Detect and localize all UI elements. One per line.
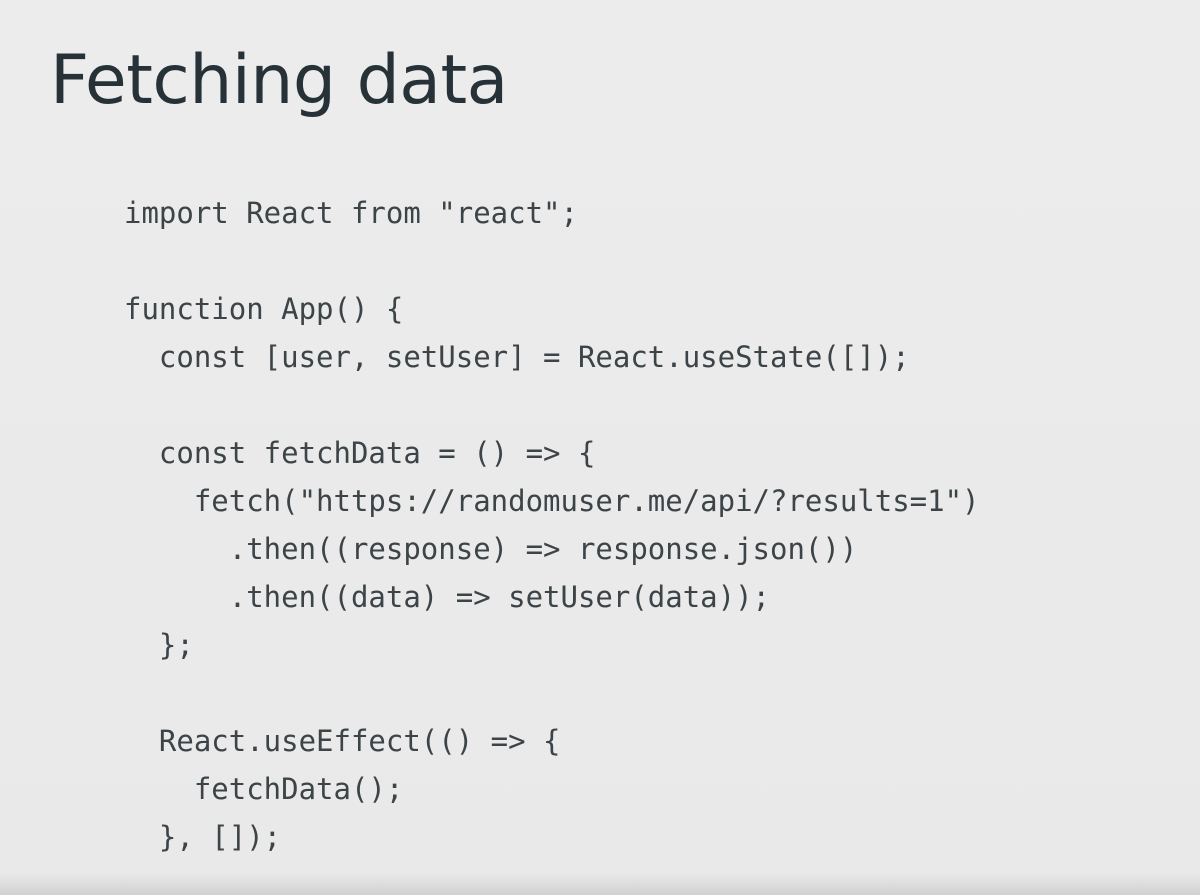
code-line: };: [124, 628, 194, 662]
code-line: const [user, setUser] = React.useState([…: [124, 340, 910, 374]
code-line: function App() {: [124, 292, 404, 326]
code-block: import React from "react"; function App(…: [124, 189, 980, 861]
code-line: fetch("https://randomuser.me/api/?result…: [124, 484, 980, 518]
slide: Fetching data import React from "react";…: [0, 0, 1200, 895]
code-line: React.useEffect(() => {: [124, 724, 561, 758]
code-line: .then((response) => response.json()): [124, 532, 858, 566]
code-line: }, []);: [124, 820, 282, 854]
code-line: import React from "react";: [124, 196, 578, 230]
code-line: const fetchData = () => {: [124, 436, 596, 470]
code-line: .then((data) => setUser(data));: [124, 580, 771, 614]
code-line: fetchData();: [124, 772, 404, 806]
slide-title: Fetching data: [50, 41, 508, 120]
bottom-shadow: [0, 873, 1200, 895]
